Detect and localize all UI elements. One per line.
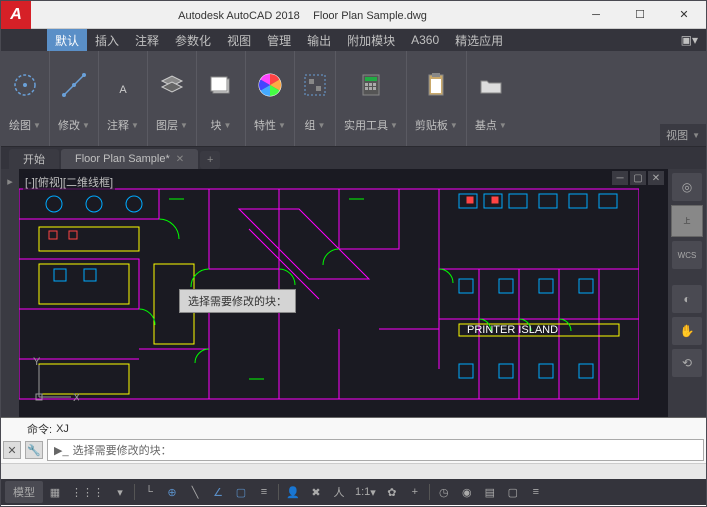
- wcs-button[interactable]: WCS: [672, 241, 702, 269]
- canvas-maximize-icon[interactable]: ▢: [630, 171, 646, 185]
- command-history: 命令: XJ: [1, 418, 706, 437]
- ribbon-block[interactable]: 块▼: [197, 51, 246, 146]
- orbit-icon[interactable]: ⟲: [672, 349, 702, 377]
- command-prompt-icon: ▶_: [54, 444, 69, 457]
- status-model[interactable]: 模型: [5, 481, 43, 503]
- color-wheel-icon: [254, 55, 286, 115]
- menu-default[interactable]: 默认: [47, 29, 87, 51]
- status-osnap-icon[interactable]: ▢: [230, 481, 252, 503]
- modify-icon: [58, 55, 90, 115]
- maximize-button[interactable]: ☐: [618, 1, 662, 29]
- ribbon-corner-view[interactable]: 视图 ▼: [660, 124, 706, 146]
- close-button[interactable]: ✕: [662, 1, 706, 29]
- view-cube[interactable]: 上: [671, 205, 703, 237]
- status-iso-icon[interactable]: ╲: [184, 481, 206, 503]
- ribbon-utilities[interactable]: 实用工具▼: [336, 51, 407, 146]
- nav-wheel-icon[interactable]: ◐: [672, 285, 702, 313]
- menu-insert[interactable]: 插入: [87, 29, 127, 51]
- tab-floorplan[interactable]: Floor Plan Sample*✕: [61, 149, 198, 169]
- command-area: 命令: XJ ✕ 🔧 ▶_ 选择需要修改的块：: [1, 417, 706, 479]
- printer-island-label: PRINTER ISLAND: [467, 324, 558, 336]
- command-config-icon[interactable]: 🔧: [25, 441, 43, 459]
- ribbon-modify[interactable]: 修改▼: [50, 51, 99, 146]
- ribbon-annotate[interactable]: A 注释▼: [99, 51, 148, 146]
- ribbon-layers[interactable]: 图层▼: [148, 51, 197, 146]
- ucs-icon[interactable]: YX: [31, 357, 79, 405]
- ribbon-base[interactable]: 基点▼: [467, 51, 515, 146]
- status-ortho-icon[interactable]: └: [138, 481, 160, 503]
- chevron-down-icon: ▼: [33, 121, 41, 130]
- svg-text:Y: Y: [33, 357, 41, 368]
- svg-text:A: A: [119, 84, 127, 96]
- canvas-close-icon[interactable]: ✕: [648, 171, 664, 185]
- clipboard-icon: [420, 55, 452, 115]
- menu-addins[interactable]: 附加模块: [339, 29, 403, 51]
- status-polar-icon[interactable]: ⊕: [161, 481, 183, 503]
- status-gizmo-icon[interactable]: ✖: [305, 481, 327, 503]
- status-snap-icon[interactable]: ⋮⋮⋮: [67, 481, 108, 503]
- status-scale[interactable]: 1:1▾: [351, 481, 380, 503]
- nav-compass-icon[interactable]: ◎: [672, 173, 702, 201]
- menubar: 默认 插入 注释 参数化 视图 管理 输出 附加模块 A360 精选应用 ▣▾: [1, 29, 706, 51]
- ribbon-properties[interactable]: 特性▼: [246, 51, 295, 146]
- app-logo[interactable]: A: [1, 1, 31, 29]
- ribbon: 绘图▼ 修改▼ A 注释▼ 图层▼ 块▼ 特性▼ 组▼ 实用工具▼ 剪贴板▼ 基…: [1, 51, 706, 147]
- status-expand-icon[interactable]: ▾: [109, 481, 131, 503]
- menu-expand-icon[interactable]: ▣▾: [673, 29, 706, 51]
- status-otrack-icon[interactable]: ∠: [207, 481, 229, 503]
- workspace: ▸ [-][俯视][二维线框] ─ ▢ ✕: [1, 169, 706, 417]
- canvas-minimize-icon[interactable]: ─: [612, 171, 628, 185]
- status-lineweight-icon[interactable]: ≡: [253, 481, 275, 503]
- titlebar: A Autodesk AutoCAD 2018 Floor Plan Sampl…: [1, 1, 706, 29]
- status-gear-icon[interactable]: ✿: [381, 481, 403, 503]
- layers-icon: [156, 55, 188, 115]
- tab-close-icon[interactable]: ✕: [176, 154, 184, 165]
- menu-featured[interactable]: 精选应用: [447, 29, 511, 51]
- minimize-button[interactable]: ─: [574, 1, 618, 29]
- status-user-icon[interactable]: 👤: [282, 481, 304, 503]
- document-tabs: 开始 Floor Plan Sample*✕ +: [1, 147, 706, 169]
- group-icon: [301, 55, 329, 115]
- tab-home[interactable]: 开始: [9, 149, 59, 169]
- menu-view[interactable]: 视图: [219, 29, 259, 51]
- status-perf-icon[interactable]: ◷: [433, 481, 455, 503]
- menu-parametric[interactable]: 参数化: [167, 29, 219, 51]
- floor-plan-drawing: PRINTER ISLAND: [19, 169, 639, 417]
- command-tooltip: 选择需要修改的块：: [179, 289, 296, 313]
- block-icon: [205, 55, 237, 115]
- folder-icon: [475, 55, 507, 115]
- palette-handle-icon[interactable]: ▸: [7, 175, 13, 188]
- ribbon-draw[interactable]: 绘图▼: [1, 51, 50, 146]
- menu-manage[interactable]: 管理: [259, 29, 299, 51]
- text-icon: A: [107, 55, 139, 115]
- command-close-icon[interactable]: ✕: [3, 441, 21, 459]
- status-plus-icon[interactable]: +: [404, 481, 426, 503]
- menu-annotate[interactable]: 注释: [127, 29, 167, 51]
- drawing-canvas[interactable]: [-][俯视][二维线框] ─ ▢ ✕: [19, 169, 668, 417]
- command-input[interactable]: ▶_ 选择需要修改的块：: [47, 439, 704, 461]
- menu-a360[interactable]: A360: [403, 29, 447, 51]
- menu-output[interactable]: 输出: [299, 29, 339, 51]
- statusbar: 模型 ▦ ⋮⋮⋮ ▾ └ ⊕ ╲ ∠ ▢ ≡ 👤 ✖ 人 1:1▾ ✿ + ◷ …: [1, 479, 706, 505]
- calculator-icon: [355, 55, 387, 115]
- status-hardware-icon[interactable]: ▤: [479, 481, 501, 503]
- ribbon-clipboard[interactable]: 剪贴板▼: [407, 51, 467, 146]
- status-isolate-icon[interactable]: ◉: [456, 481, 478, 503]
- ribbon-group[interactable]: 组▼: [295, 51, 336, 146]
- view-label[interactable]: [-][俯视][二维线框]: [23, 173, 115, 191]
- pan-icon[interactable]: ✋: [672, 317, 702, 345]
- status-annoscale-icon[interactable]: 人: [328, 481, 350, 503]
- status-custom-icon[interactable]: ≡: [525, 481, 547, 503]
- status-clean-icon[interactable]: ▢: [502, 481, 524, 503]
- nav-panel: ◎ 上 WCS ◐ ✋ ⟲: [668, 169, 706, 417]
- tab-add-button[interactable]: +: [200, 151, 220, 169]
- svg-text:X: X: [73, 392, 79, 404]
- draw-circle-icon: [9, 55, 41, 115]
- window-title: Autodesk AutoCAD 2018 Floor Plan Sample.…: [31, 8, 574, 22]
- status-grid-icon[interactable]: ▦: [44, 481, 66, 503]
